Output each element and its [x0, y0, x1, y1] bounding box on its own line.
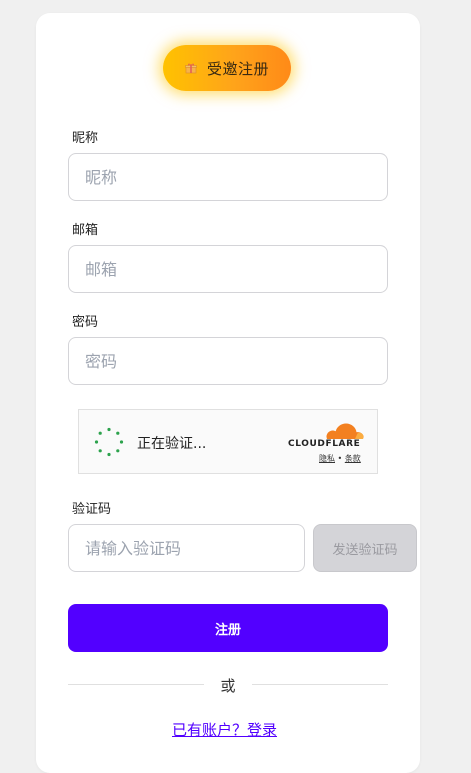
- verification-code-label: 验证码: [72, 502, 112, 517]
- register-button[interactable]: 注册: [68, 604, 388, 652]
- password-input[interactable]: [68, 337, 388, 385]
- divider-line-right: [252, 684, 388, 685]
- password-label: 密码: [72, 315, 99, 330]
- nickname-input[interactable]: [68, 153, 388, 201]
- invite-badge-label: 受邀注册: [207, 59, 270, 78]
- nickname-label: 昵称: [72, 131, 99, 146]
- cloudflare-links: 隐私 • 条款: [319, 453, 361, 464]
- cloudflare-wordmark: CLOUDFLARE: [288, 439, 361, 449]
- send-code-button[interactable]: 发送验证码: [313, 524, 417, 572]
- login-link[interactable]: 已有账户？登录: [172, 719, 277, 740]
- email-input[interactable]: [68, 245, 388, 293]
- privacy-link[interactable]: 隐私: [319, 454, 335, 463]
- invite-badge: 受邀注册: [163, 45, 291, 91]
- email-label: 邮箱: [72, 223, 99, 238]
- verification-code-input[interactable]: [68, 524, 305, 572]
- captcha-status-text: 正在验证...: [137, 436, 207, 452]
- divider-line-left: [68, 684, 204, 685]
- terms-link[interactable]: 条款: [345, 454, 361, 463]
- cloudflare-captcha-widget[interactable]: 正在验证... CLOUDFLARE 隐私 • 条款: [78, 409, 378, 474]
- spinner-icon: [94, 427, 124, 457]
- gift-icon: [185, 63, 197, 74]
- links-separator: •: [337, 454, 343, 463]
- divider-text: 或: [220, 677, 236, 695]
